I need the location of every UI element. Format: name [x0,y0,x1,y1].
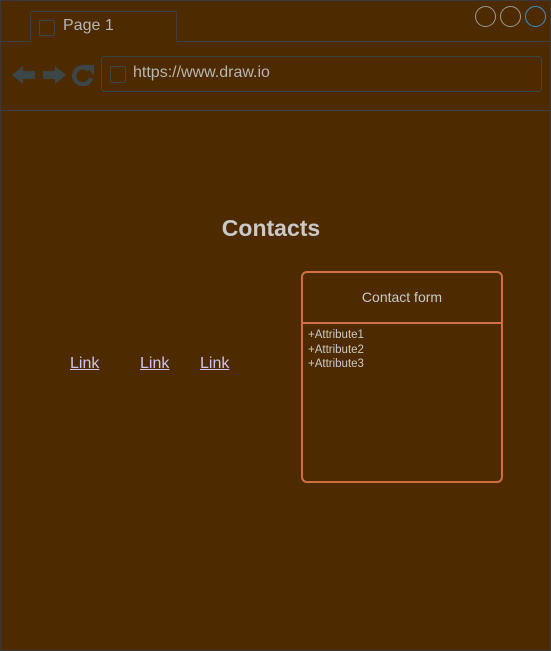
contact-form: Contact form +Attribute1 +Attribute2 +At… [301,271,503,483]
attribute-list: +Attribute1 +Attribute2 +Attribute3 [308,328,364,372]
reload-icon[interactable] [71,64,95,86]
contact-form-title: Contact form [361,289,443,305]
address-text: https://www.draw.io [133,64,270,81]
link-3[interactable]: Link [200,355,229,373]
link-1[interactable]: Link [70,355,99,373]
page-title: Contacts [221,215,321,241]
maximize-button[interactable] [500,6,521,27]
tab-bar-divider [176,41,550,42]
browser-window: Page 1 https://www.draw.io Contacts Link… [0,0,551,651]
minimize-button[interactable] [475,6,496,27]
attribute-item: +Attribute2 [308,343,364,356]
tab-bar-divider [1,41,30,42]
close-button[interactable] [525,6,546,27]
page-icon [110,66,126,83]
arrow-left-icon[interactable] [11,64,37,86]
arrow-right-icon[interactable] [41,64,67,86]
tab-label: Page 1 [63,17,114,34]
address-bar[interactable]: https://www.draw.io [101,56,542,92]
page-icon [39,20,55,36]
contact-form-header: Contact form [303,273,501,324]
attribute-item: +Attribute3 [308,358,364,370]
attribute-item: +Attribute1 [308,329,364,341]
link-2[interactable]: Link [140,355,169,373]
toolbar-divider [1,110,550,111]
tab-page-1[interactable]: Page 1 [30,11,177,42]
